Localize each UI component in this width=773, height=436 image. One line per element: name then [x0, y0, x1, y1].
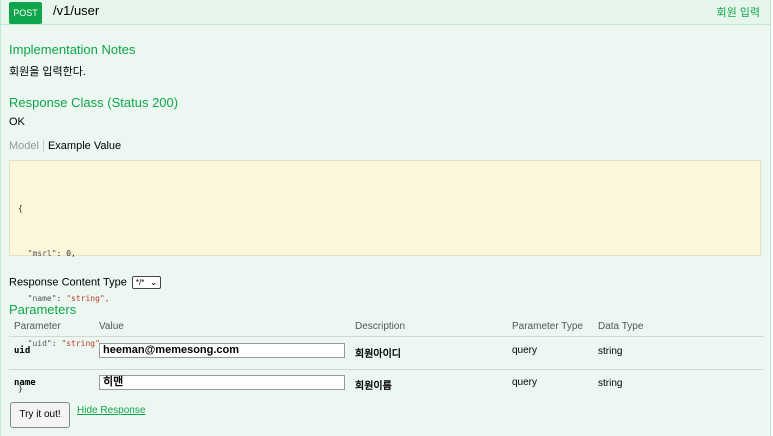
param-input-name[interactable]: 히맨 [99, 375, 345, 390]
response-content-type: Response Content Type */* ⌄ [9, 276, 161, 289]
select-value: */* [135, 278, 145, 287]
json-open-brace: { [18, 204, 23, 213]
operation-header[interactable]: POST /v1/user 회원 입력 [1, 0, 770, 25]
response-content-type-label: Response Content Type [9, 276, 127, 289]
data-type-name: string [598, 378, 623, 389]
tab-model[interactable]: Model [9, 140, 44, 152]
json-line-msrl: "msrl": 0, [27, 249, 76, 258]
header-parameter-type: Parameter Type [512, 321, 583, 332]
hide-response-link[interactable]: Hide Response [77, 405, 145, 416]
json-value: "string" [61, 339, 100, 348]
chevron-down-icon: ⌄ [150, 278, 157, 287]
param-input-uid[interactable]: heeman@memesong.com [99, 343, 345, 358]
param-desc-uid: 회원아이디 [355, 349, 401, 360]
param-name-uid: uid [14, 346, 31, 356]
table-divider [9, 336, 764, 337]
json-key: "msrl" [27, 249, 57, 258]
parameters-title: Parameters [9, 302, 77, 317]
operation-panel: POST /v1/user 회원 입력 Implementation Notes… [0, 0, 771, 436]
try-it-out-button[interactable]: Try it out! [10, 402, 70, 428]
response-class-title: Response Class (Status 200) [9, 95, 179, 110]
param-desc-name: 회원이름 [355, 381, 392, 392]
endpoint-path[interactable]: /v1/user [53, 3, 99, 18]
example-value-box[interactable]: { "msrl": 0, "name": "string", "uid": "s… [9, 160, 761, 393]
endpoint-summary[interactable]: 회원 입력 [716, 4, 760, 20]
response-class-text: OK [9, 116, 25, 128]
json-line-name: "name": "string", [27, 294, 110, 303]
header-description: Description [355, 321, 406, 332]
param-name-name: name [14, 378, 36, 388]
param-type-name: query [512, 377, 538, 388]
header-value: Value [99, 321, 124, 332]
implementation-notes-text: 회원을 입력한다. [9, 66, 86, 78]
tab-example-value[interactable]: Example Value [44, 140, 121, 152]
table-divider [9, 369, 764, 370]
data-type-uid: string [598, 346, 623, 357]
model-tabs: Model Example Value [9, 140, 121, 152]
json-value: 0, [66, 249, 76, 258]
param-type-uid: query [512, 345, 538, 356]
header-parameter: Parameter [14, 321, 61, 332]
implementation-notes-title: Implementation Notes [9, 42, 136, 57]
response-content-type-select[interactable]: */* ⌄ [131, 276, 161, 289]
header-data-type: Data Type [598, 321, 644, 332]
method-badge[interactable]: POST [9, 2, 42, 24]
json-key: "uid" [27, 339, 52, 348]
